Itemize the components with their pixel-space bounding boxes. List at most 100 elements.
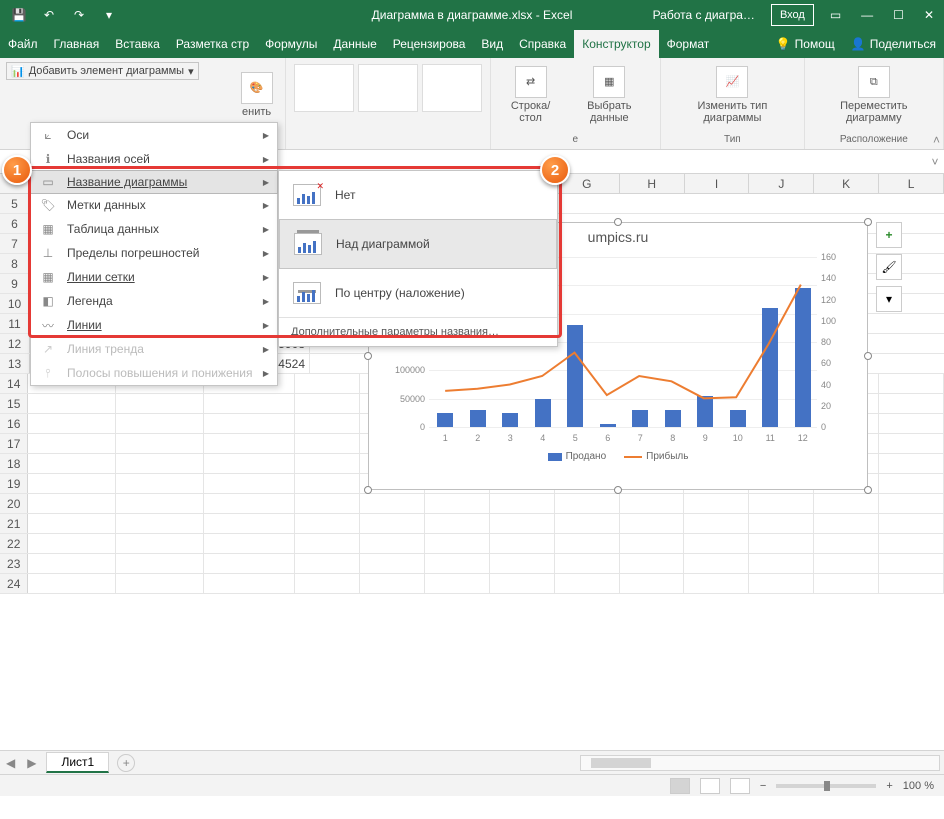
cell[interactable]: [620, 514, 685, 533]
resize-handle[interactable]: [614, 218, 622, 226]
tab-format[interactable]: Формат: [659, 30, 718, 58]
cell[interactable]: [116, 474, 204, 493]
camera-icon[interactable]: ▾: [98, 4, 120, 26]
col-header[interactable]: K: [814, 174, 879, 193]
cell[interactable]: [620, 534, 685, 553]
cell[interactable]: [204, 454, 295, 473]
cell[interactable]: [204, 474, 295, 493]
menu-chart-title[interactable]: ▭Название диаграммы▶: [30, 170, 278, 194]
cell[interactable]: [116, 574, 204, 593]
row-header[interactable]: 15: [0, 394, 28, 413]
tab-home[interactable]: Главная: [46, 30, 108, 58]
tab-layout[interactable]: Разметка стр: [168, 30, 257, 58]
row-header[interactable]: 20: [0, 494, 28, 513]
cell[interactable]: [879, 414, 944, 433]
cell[interactable]: [620, 574, 685, 593]
cell[interactable]: [116, 454, 204, 473]
cell[interactable]: [28, 454, 116, 473]
cell[interactable]: [204, 574, 295, 593]
resize-handle[interactable]: [364, 486, 372, 494]
cell[interactable]: [684, 534, 749, 553]
cell[interactable]: [360, 494, 425, 513]
cell[interactable]: [749, 574, 814, 593]
col-header[interactable]: J: [749, 174, 814, 193]
chart-styles-button[interactable]: 🖌: [876, 254, 902, 280]
cell[interactable]: [490, 514, 555, 533]
cell[interactable]: [555, 574, 620, 593]
view-page-layout-icon[interactable]: [700, 778, 720, 794]
sheet-nav-next-icon[interactable]: ▶: [21, 756, 42, 770]
cell[interactable]: [295, 554, 360, 573]
cell[interactable]: [116, 434, 204, 453]
cell[interactable]: [620, 554, 685, 573]
cell[interactable]: [879, 494, 944, 513]
zoom-out-icon[interactable]: −: [760, 780, 766, 792]
cell[interactable]: [204, 414, 295, 433]
cell[interactable]: [28, 554, 116, 573]
cell[interactable]: [425, 554, 490, 573]
resize-handle[interactable]: [864, 218, 872, 226]
tab-insert[interactable]: Вставка: [107, 30, 168, 58]
cell[interactable]: [425, 514, 490, 533]
tab-formulas[interactable]: Формулы: [257, 30, 325, 58]
share-button[interactable]: 👤Поделиться: [843, 30, 944, 58]
redo-icon[interactable]: ↷: [68, 4, 90, 26]
chart-filters-button[interactable]: ▾: [876, 286, 902, 312]
resize-handle[interactable]: [864, 486, 872, 494]
cell[interactable]: [684, 554, 749, 573]
menu-axis-titles[interactable]: ℹНазвания осей▶: [31, 147, 277, 171]
cell[interactable]: [879, 574, 944, 593]
row-header[interactable]: 12: [0, 334, 30, 353]
maximize-icon[interactable]: ☐: [883, 0, 914, 30]
row-header[interactable]: 9: [0, 274, 30, 293]
cell[interactable]: [814, 574, 879, 593]
cell[interactable]: [620, 494, 685, 513]
resize-handle[interactable]: [864, 352, 872, 360]
col-header[interactable]: I: [685, 174, 750, 193]
cell[interactable]: [295, 374, 360, 393]
row-header[interactable]: 14: [0, 374, 28, 393]
row-header[interactable]: 8: [0, 254, 30, 273]
style-item[interactable]: [358, 64, 418, 112]
save-icon[interactable]: 💾: [8, 4, 30, 26]
cell[interactable]: [360, 534, 425, 553]
cell[interactable]: [814, 494, 879, 513]
cell[interactable]: [295, 394, 360, 413]
row-header[interactable]: 19: [0, 474, 28, 493]
horizontal-scrollbar[interactable]: [580, 755, 940, 771]
close-icon[interactable]: ✕: [914, 0, 944, 30]
col-header[interactable]: H: [620, 174, 685, 193]
row-header[interactable]: 21: [0, 514, 28, 533]
cell[interactable]: [425, 534, 490, 553]
cell[interactable]: [204, 554, 295, 573]
row-header[interactable]: 24: [0, 574, 28, 593]
menu-data-table[interactable]: ▦Таблица данных▶: [31, 217, 277, 241]
cell[interactable]: [295, 474, 360, 493]
row-header[interactable]: 13: [0, 354, 30, 373]
cell[interactable]: [555, 514, 620, 533]
cell[interactable]: [749, 534, 814, 553]
cell[interactable]: [490, 494, 555, 513]
add-chart-element-button[interactable]: 📊 Добавить элемент диаграммы ▾: [6, 62, 199, 80]
cell[interactable]: [879, 474, 944, 493]
cell[interactable]: [749, 494, 814, 513]
cell[interactable]: [204, 394, 295, 413]
menu-gridlines[interactable]: ▦Линии сетки▶: [31, 265, 277, 289]
move-chart-button[interactable]: ⧉ Переместить диаграмму: [811, 62, 937, 128]
chart-legend[interactable]: Продано Прибыль: [369, 451, 867, 462]
cell[interactable]: [28, 474, 116, 493]
cell[interactable]: [749, 514, 814, 533]
cell[interactable]: [28, 514, 116, 533]
cell[interactable]: [295, 414, 360, 433]
row-header[interactable]: 22: [0, 534, 28, 553]
cell[interactable]: [749, 554, 814, 573]
resize-handle[interactable]: [614, 486, 622, 494]
sheet-nav-prev-icon[interactable]: ◀: [0, 756, 21, 770]
row-header[interactable]: 7: [0, 234, 30, 253]
cell[interactable]: [814, 554, 879, 573]
cell[interactable]: [116, 514, 204, 533]
cell[interactable]: [204, 514, 295, 533]
cell[interactable]: [295, 454, 360, 473]
view-page-break-icon[interactable]: [730, 778, 750, 794]
cell[interactable]: [814, 514, 879, 533]
